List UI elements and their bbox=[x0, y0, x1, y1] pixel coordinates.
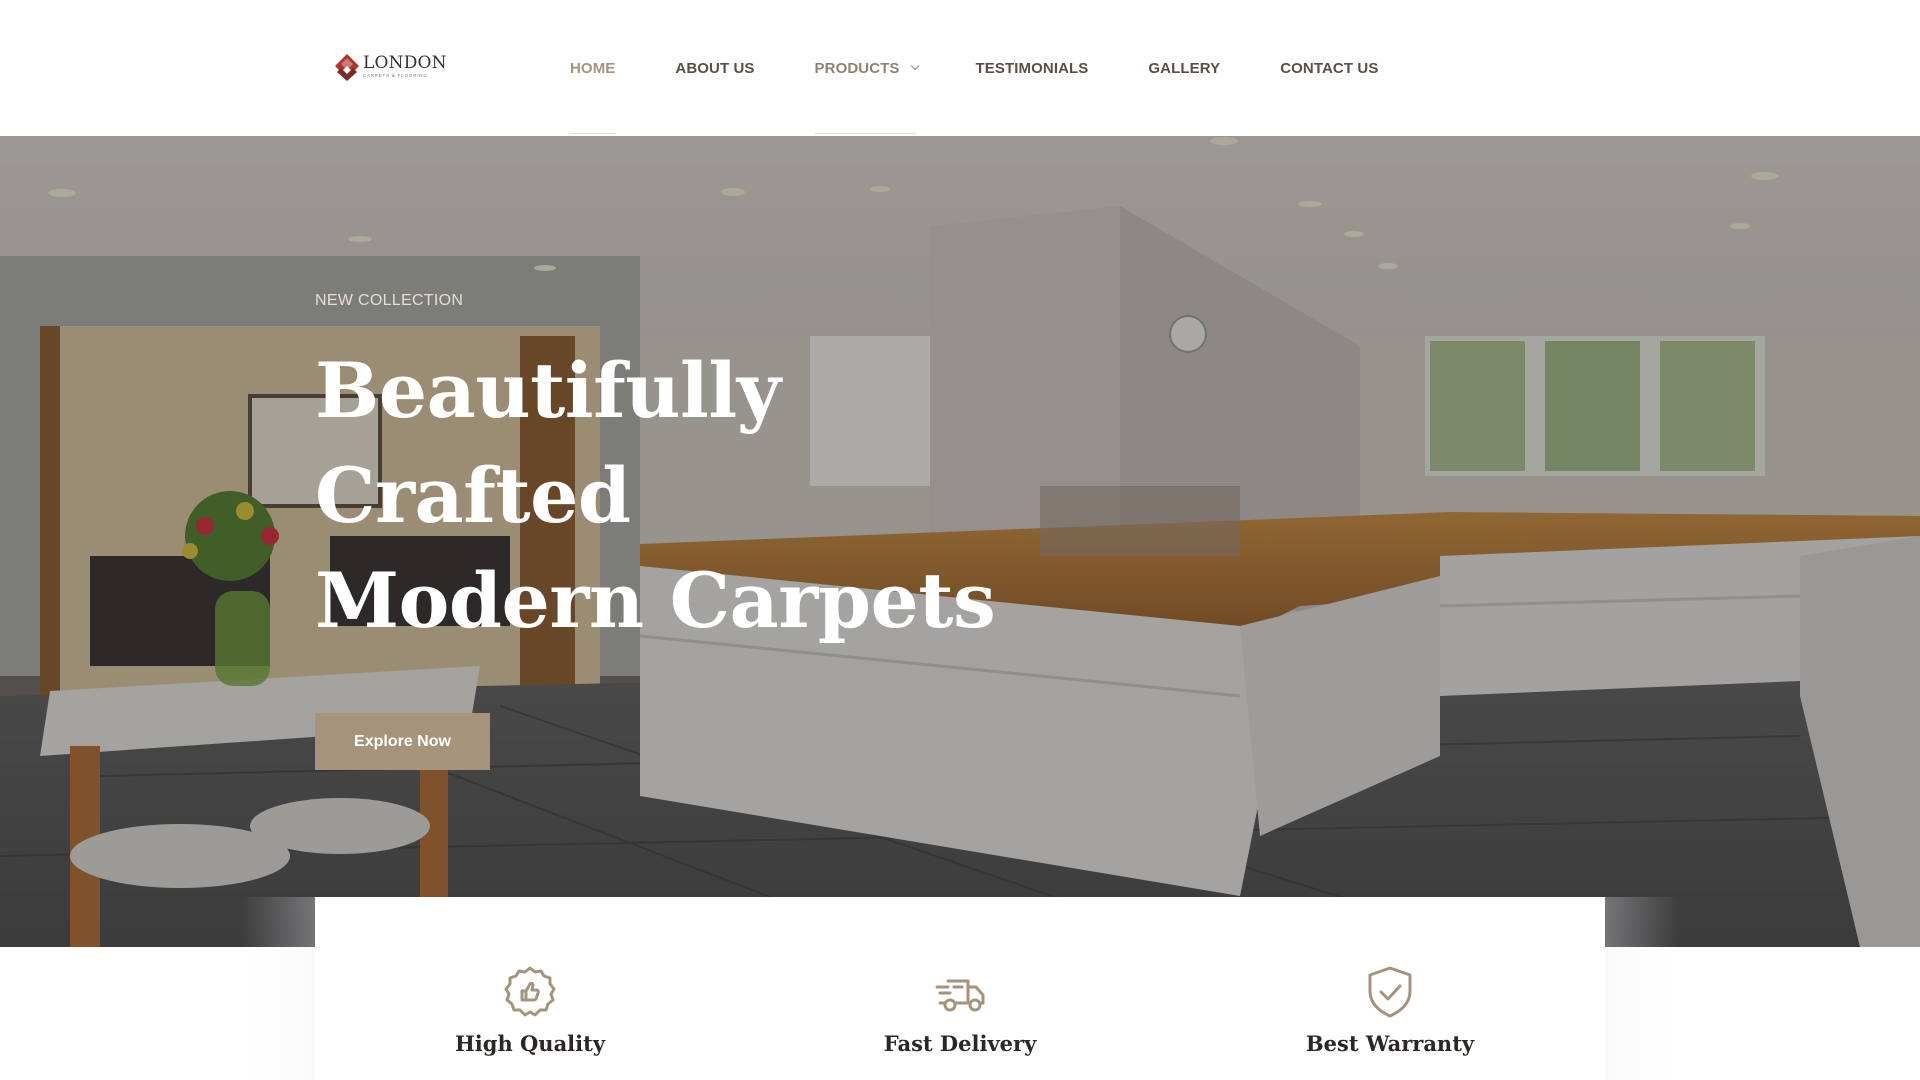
nav-item-products[interactable]: PRODUCTS bbox=[814, 0, 919, 136]
nav-item-label: PRODUCTS bbox=[814, 59, 900, 77]
logo-diamond-icon bbox=[335, 54, 359, 81]
feature-fast-delivery: Fast Delivery bbox=[745, 897, 1175, 1080]
nav-item-label: GALLERY bbox=[1148, 59, 1221, 77]
nav-item-label: CONTACT US bbox=[1280, 59, 1379, 77]
hero-section: NEW COLLECTION Beautifully Crafted Moder… bbox=[0, 136, 1920, 947]
delivery-truck-icon bbox=[935, 979, 985, 1012]
brand-logo[interactable]: LONDON CARPETS & FLOORING bbox=[333, 52, 447, 82]
hero-content: NEW COLLECTION Beautifully Crafted Moder… bbox=[315, 292, 1075, 770]
hover-underline bbox=[814, 133, 916, 134]
feature-best-warranty: Best Warranty bbox=[1175, 897, 1605, 1080]
site-header: LONDON CARPETS & FLOORING HOME ABOUT US … bbox=[0, 0, 1920, 136]
main-nav: HOME ABOUT US PRODUCTS TESTIMONIALS GALL… bbox=[570, 0, 1438, 136]
explore-now-button[interactable]: Explore Now bbox=[315, 713, 490, 770]
hero-title: Beautifully Crafted Modern Carpets bbox=[315, 338, 1075, 653]
hero-title-line-1: Beautifully Crafted bbox=[315, 346, 781, 540]
feature-high-quality: High Quality bbox=[315, 897, 745, 1080]
active-underline bbox=[570, 133, 616, 134]
nav-item-about-us[interactable]: ABOUT US bbox=[675, 0, 754, 136]
feature-title: High Quality bbox=[454, 1031, 606, 1056]
nav-item-label: HOME bbox=[570, 59, 616, 77]
logo-name: LONDON bbox=[363, 53, 447, 74]
nav-item-contact-us[interactable]: CONTACT US bbox=[1280, 0, 1378, 136]
shield-check-icon bbox=[1368, 966, 1412, 1018]
nav-item-home[interactable]: HOME bbox=[570, 0, 616, 136]
chevron-down-icon bbox=[910, 61, 919, 71]
nav-item-testimonials[interactable]: TESTIMONIALS bbox=[976, 0, 1089, 136]
features-bar: High Quality Fast Delivery Best Warranty bbox=[315, 897, 1605, 1080]
logo-tagline: CARPETS & FLOORING bbox=[363, 73, 428, 79]
hero-title-line-2: Modern Carpets bbox=[315, 556, 996, 645]
hero-eyebrow: NEW COLLECTION bbox=[315, 292, 464, 309]
nav-item-gallery[interactable]: GALLERY bbox=[1148, 0, 1220, 136]
thumbs-up-badge-icon bbox=[504, 966, 556, 1017]
nav-item-label: TESTIMONIALS bbox=[975, 59, 1089, 77]
feature-title: Best Warranty bbox=[1305, 1031, 1475, 1056]
nav-item-label: ABOUT US bbox=[675, 59, 755, 77]
feature-title: Fast Delivery bbox=[883, 1031, 1037, 1056]
